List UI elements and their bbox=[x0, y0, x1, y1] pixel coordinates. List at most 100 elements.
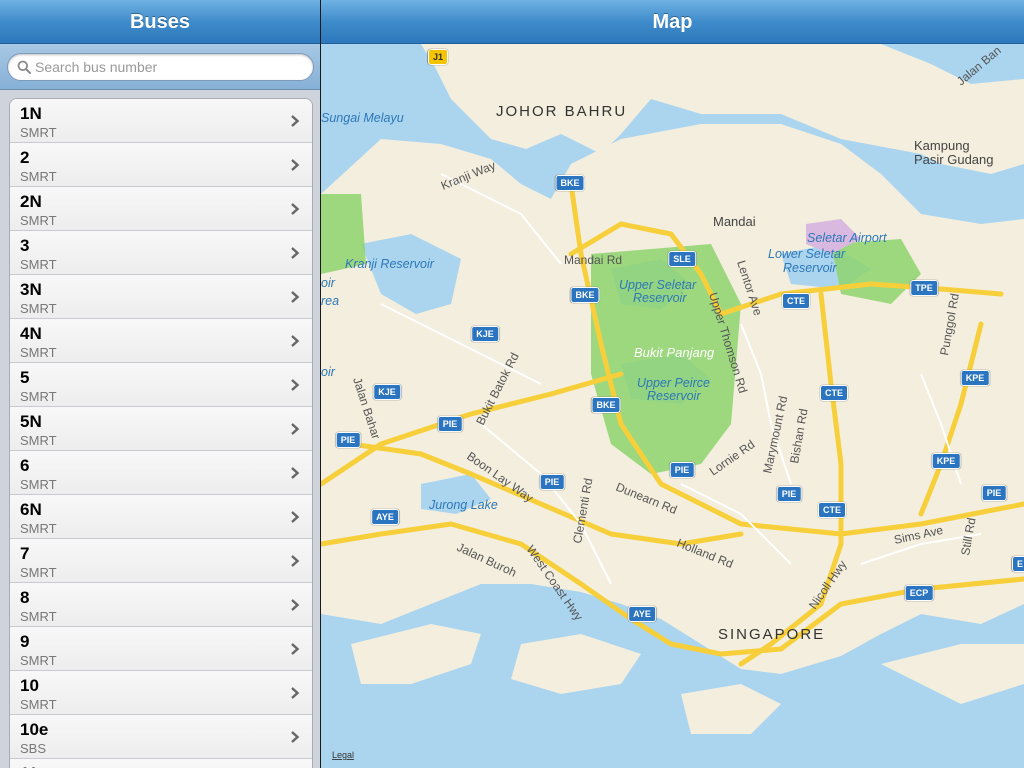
bus-row[interactable]: 10 SMRT bbox=[10, 671, 312, 715]
bus-number: 10e bbox=[20, 720, 49, 739]
chevron-right-icon bbox=[291, 555, 300, 567]
label-left-edge-1: oir bbox=[321, 276, 336, 290]
label-johor-bahru: JOHOR BAHRU bbox=[496, 103, 627, 120]
label-left-edge-3: oir bbox=[321, 365, 336, 379]
shield-pie: PIE bbox=[981, 485, 1007, 501]
chevron-right-icon bbox=[291, 115, 300, 127]
bus-row[interactable]: 5N SMRT bbox=[10, 407, 312, 451]
bus-operator: SMRT bbox=[20, 609, 57, 624]
shield-cte: CTE bbox=[818, 502, 846, 518]
label-kampung: Kampung bbox=[914, 138, 970, 153]
search-field[interactable] bbox=[7, 53, 314, 81]
shield-sle: SLE bbox=[668, 251, 696, 267]
shield-pie: PIE bbox=[669, 462, 695, 478]
shield-pie: PIE bbox=[539, 474, 565, 490]
shield-e: E bbox=[1011, 556, 1024, 572]
bus-operator: SMRT bbox=[20, 301, 57, 316]
bus-row[interactable]: 4N SMRT bbox=[10, 319, 312, 363]
bus-row[interactable]: 3N SMRT bbox=[10, 275, 312, 319]
bus-list: 1N SMRT 2 SMRT 2N SMRT 3 SMRT 3N SMRT 4N… bbox=[9, 98, 313, 768]
label-sungai-melayu: Sungai Melayu bbox=[321, 111, 404, 125]
bus-operator: SMRT bbox=[20, 257, 57, 272]
bus-number: 1N bbox=[20, 104, 42, 123]
chevron-right-icon bbox=[291, 203, 300, 215]
bus-number: 9 bbox=[20, 632, 30, 651]
shield-bke: BKE bbox=[555, 175, 585, 191]
bus-operator: SMRT bbox=[20, 697, 57, 712]
map-title: Map bbox=[321, 0, 1024, 44]
bus-number: 10 bbox=[20, 676, 39, 695]
bus-number: 3 bbox=[20, 236, 30, 255]
bus-row[interactable]: 1N SMRT bbox=[10, 99, 312, 143]
bus-number: 2N bbox=[20, 192, 42, 211]
chevron-right-icon bbox=[291, 291, 300, 303]
bus-number: 4N bbox=[20, 324, 42, 343]
bus-row[interactable]: 5 SMRT bbox=[10, 363, 312, 407]
label-upper-seletar-1: Upper Seletar bbox=[619, 278, 697, 292]
shield-pie: PIE bbox=[776, 486, 802, 502]
shield-cte: CTE bbox=[782, 293, 810, 309]
search-input[interactable] bbox=[35, 57, 305, 77]
bus-row[interactable]: 11 bbox=[10, 759, 312, 768]
shield-bke: BKE bbox=[570, 287, 600, 303]
shield-kpe: KPE bbox=[931, 453, 961, 469]
map-view[interactable]: JOHOR BAHRU SINGAPORE Kampung Pasir Guda… bbox=[321, 44, 1024, 768]
label-mandai-rd: Mandai Rd bbox=[564, 253, 622, 267]
bus-operator: SMRT bbox=[20, 389, 57, 404]
bus-operator: SMRT bbox=[20, 345, 57, 360]
shield-cte: CTE bbox=[820, 385, 848, 401]
bus-number: 5N bbox=[20, 412, 42, 431]
label-mandai: Mandai bbox=[713, 214, 756, 229]
chevron-right-icon bbox=[291, 731, 300, 743]
bus-row[interactable]: 2N SMRT bbox=[10, 187, 312, 231]
legal-link[interactable]: Legal bbox=[332, 750, 354, 760]
label-singapore: SINGAPORE bbox=[718, 626, 825, 643]
map-pane: Map JOHOR BAHRU SINGAPORE Kampung Pasir … bbox=[321, 0, 1024, 768]
chevron-right-icon bbox=[291, 467, 300, 479]
bus-operator: SMRT bbox=[20, 521, 57, 536]
bus-row[interactable]: 10e SBS bbox=[10, 715, 312, 759]
shield-j1: J1 bbox=[427, 49, 449, 65]
bus-operator: SMRT bbox=[20, 477, 57, 492]
bus-row[interactable]: 3 SMRT bbox=[10, 231, 312, 275]
bus-row[interactable]: 8 SMRT bbox=[10, 583, 312, 627]
sidebar-title: Buses bbox=[0, 0, 320, 44]
label-upper-peirce-2: Reservoir bbox=[647, 389, 701, 403]
chevron-right-icon bbox=[291, 247, 300, 259]
chevron-right-icon bbox=[291, 423, 300, 435]
chevron-right-icon bbox=[291, 687, 300, 699]
bus-row[interactable]: 6N SMRT bbox=[10, 495, 312, 539]
bus-row[interactable]: 2 SMRT bbox=[10, 143, 312, 187]
chevron-right-icon bbox=[291, 159, 300, 171]
bus-list-pane: Buses 1N SMRT 2 SMRT 2N SMRT 3 SMRT bbox=[0, 0, 320, 768]
bus-operator: SMRT bbox=[20, 213, 57, 228]
label-left-edge-2: rea bbox=[321, 294, 339, 308]
bus-number: 5 bbox=[20, 368, 30, 387]
map-canvas: JOHOR BAHRU SINGAPORE Kampung Pasir Guda… bbox=[321, 44, 1024, 760]
chevron-right-icon bbox=[291, 379, 300, 391]
bus-row[interactable]: 9 SMRT bbox=[10, 627, 312, 671]
bus-row[interactable]: 7 SMRT bbox=[10, 539, 312, 583]
bus-operator: SMRT bbox=[20, 169, 57, 184]
bus-operator: SMRT bbox=[20, 565, 57, 580]
shield-aye: AYE bbox=[371, 509, 399, 525]
bus-row[interactable]: 6 SMRT bbox=[10, 451, 312, 495]
southern-islands bbox=[351, 624, 481, 684]
bus-number: 8 bbox=[20, 588, 30, 607]
label-lower-seletar-1: Lower Seletar bbox=[768, 247, 846, 261]
label-seletar-airport: Seletar Airport bbox=[807, 231, 887, 245]
bus-number: 7 bbox=[20, 544, 30, 563]
bus-operator: SMRT bbox=[20, 125, 57, 140]
shield-kje: KJE bbox=[373, 384, 401, 400]
bus-number: 11 bbox=[20, 764, 38, 768]
islands-south-3 bbox=[681, 684, 781, 734]
shield-pie: PIE bbox=[437, 416, 463, 432]
bus-operator: SBS bbox=[20, 741, 47, 756]
bus-number: 6N bbox=[20, 500, 42, 519]
label-upper-seletar-2: Reservoir bbox=[633, 291, 687, 305]
bus-number: 6 bbox=[20, 456, 30, 475]
bus-number: 3N bbox=[20, 280, 42, 299]
label-jurong-lake: Jurong Lake bbox=[428, 498, 498, 512]
shield-tpe: TPE bbox=[910, 280, 938, 296]
shield-bke: BKE bbox=[591, 397, 621, 413]
